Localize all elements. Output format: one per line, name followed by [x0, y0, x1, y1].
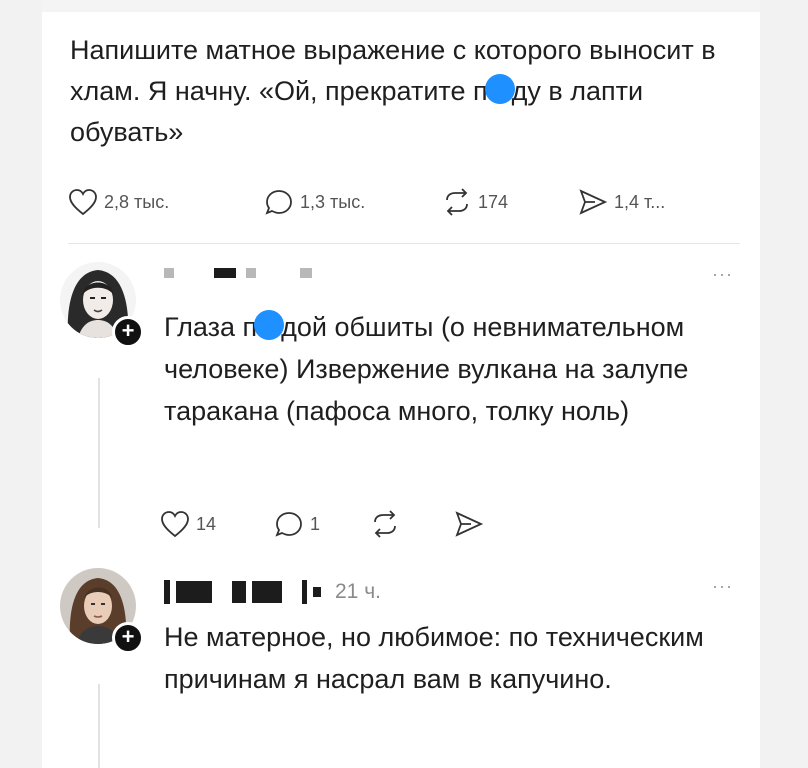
like-count: 2,8 тыс. [104, 191, 170, 212]
like-button[interactable]: 2,8 тыс. [68, 188, 264, 216]
follow-plus-icon[interactable]: + [112, 316, 144, 348]
top-strip [42, 0, 760, 12]
comment-button[interactable]: 1,3 тыс. [264, 188, 442, 216]
repost-button[interactable] [370, 510, 454, 538]
comment-icon [265, 190, 292, 215]
thread-line [98, 378, 100, 528]
like-button[interactable]: 14 [160, 510, 274, 538]
share-button[interactable] [454, 510, 484, 538]
share-count: 1,4 т... [614, 191, 666, 212]
repost-icon [374, 510, 396, 538]
repost-icon [446, 188, 468, 216]
follow-plus-icon[interactable]: + [112, 622, 144, 654]
comment-text: Глаза п дой обшиты (о невнимательном чело… [164, 310, 689, 426]
post-text: Напишите матное выражение с которого вын… [70, 30, 730, 153]
reply-count: 1 [310, 513, 321, 534]
comment-time: 21 ч. [335, 580, 381, 603]
divider [68, 243, 740, 244]
share-icon [455, 511, 484, 537]
thread-card: Напишите матное выражение с которого вын… [42, 0, 760, 768]
heart-icon [69, 189, 97, 216]
thread-line [98, 684, 100, 768]
more-icon[interactable]: ··· [712, 576, 733, 597]
repost-button[interactable]: 174 [442, 188, 578, 216]
censor-dot [484, 74, 515, 104]
comment-actions: 14 1 [160, 510, 484, 538]
comment-icon [275, 512, 302, 537]
more-icon[interactable]: ··· [712, 264, 733, 285]
comment-text: Не матерное, но любимое: по техническим … [164, 622, 704, 694]
repost-count: 174 [478, 191, 509, 212]
reply-button[interactable]: 1 [274, 510, 370, 538]
avatar[interactable]: + [60, 568, 144, 654]
username-redacted [164, 268, 322, 278]
avatar[interactable]: + [60, 262, 144, 348]
username-redacted: 21 ч. [164, 580, 381, 604]
share-button[interactable]: 1,4 т... [578, 188, 665, 216]
heart-icon [161, 511, 189, 538]
like-count: 14 [196, 513, 217, 534]
comment-count: 1,3 тыс. [300, 191, 366, 212]
post-actions: 2,8 тыс. 1,3 тыс. 174 1,4 т... [68, 188, 665, 216]
censor-dot [254, 310, 285, 340]
share-icon [579, 189, 608, 215]
